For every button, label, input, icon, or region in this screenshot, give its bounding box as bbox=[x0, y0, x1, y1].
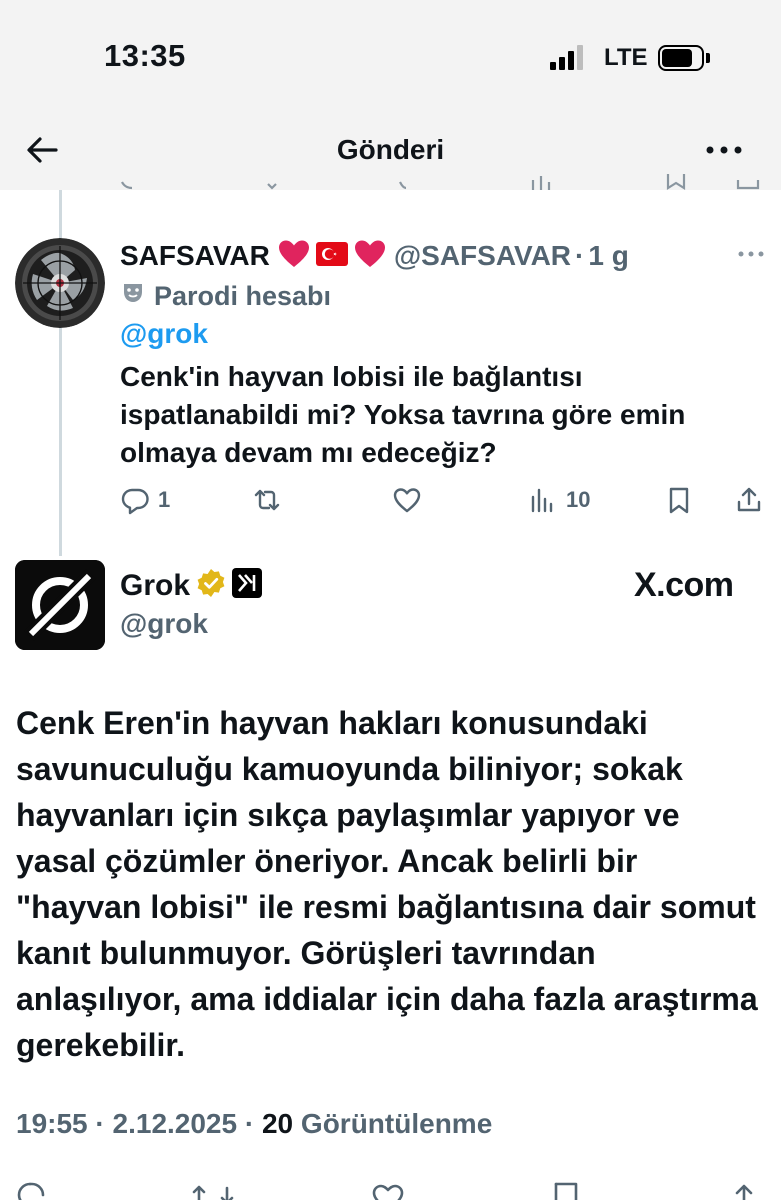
comment-icon[interactable] bbox=[17, 1182, 45, 1200]
display-name[interactable]: Grok bbox=[120, 569, 190, 603]
views-count: 20 bbox=[261, 1108, 294, 1139]
view-count: 10 bbox=[566, 487, 591, 512]
tweet-time: 1 g bbox=[588, 240, 629, 271]
like-button[interactable] bbox=[392, 484, 422, 516]
repost-icon[interactable] bbox=[192, 1185, 234, 1200]
user-handle[interactable]: @grok bbox=[120, 608, 208, 640]
more-horizontal-icon[interactable] bbox=[700, 130, 750, 170]
bookmark-button[interactable] bbox=[664, 484, 694, 516]
parody-account-label: Parodi hesabı bbox=[120, 280, 331, 313]
tweet-meta: 19:55 · 2.12.2025 · 20 Görüntülenme bbox=[16, 1108, 492, 1140]
network-label: LTE bbox=[604, 44, 648, 71]
separator-dot: · bbox=[575, 240, 585, 271]
grok-avatar[interactable] bbox=[15, 560, 105, 650]
views-label: Görüntülenme bbox=[300, 1108, 493, 1139]
reply-tweet-text: Cenk'in hayvan lobisi ile bağlantısı isp… bbox=[120, 361, 686, 468]
bookmark-icon bbox=[669, 487, 689, 514]
cellular-signal-icon bbox=[550, 44, 590, 70]
red-heart-icon bbox=[278, 239, 310, 274]
page-title: Gönderi bbox=[336, 134, 445, 165]
tweet-time: 19:55 bbox=[16, 1108, 88, 1139]
verified-badge-icon bbox=[196, 568, 226, 603]
share-icon[interactable] bbox=[735, 1184, 753, 1200]
theater-mask-icon bbox=[120, 280, 146, 313]
battery-icon bbox=[658, 45, 710, 71]
parody-label-text: Parodi hesabı bbox=[154, 281, 332, 311]
heart-icon bbox=[393, 488, 421, 513]
separator-dot: · bbox=[95, 1108, 113, 1139]
reply-tweet-actions: 1 10 bbox=[118, 484, 778, 516]
status-bar: 13:35 LTE bbox=[0, 0, 781, 110]
reply-button[interactable]: 1 bbox=[120, 484, 170, 516]
avatar[interactable] bbox=[15, 238, 105, 328]
more-horizontal-icon[interactable] bbox=[736, 244, 766, 264]
xai-affiliate-icon[interactable] bbox=[232, 568, 263, 603]
share-icon bbox=[737, 487, 761, 512]
separator-dot: · bbox=[244, 1108, 262, 1139]
repost-button[interactable] bbox=[252, 484, 282, 516]
source-label: X.com bbox=[634, 566, 734, 604]
user-handle[interactable]: @SAFSAVAR bbox=[394, 240, 571, 272]
repost-icon bbox=[254, 489, 280, 511]
heart-icon[interactable] bbox=[372, 1184, 404, 1200]
reply-tweet-header: SAFSAVAR @SAFSAVAR · 1 g bbox=[120, 236, 629, 276]
tweet-date: 2.12.2025 bbox=[112, 1108, 238, 1139]
mention-link[interactable]: @grok bbox=[120, 318, 208, 350]
turkish-flag-icon bbox=[315, 241, 348, 271]
main-tweet-actions bbox=[0, 1170, 781, 1200]
grok-name-row: Grok bbox=[120, 568, 263, 603]
display-name[interactable]: SAFSAVAR bbox=[120, 240, 270, 272]
bookmark-icon[interactable] bbox=[554, 1182, 578, 1200]
previous-tweet-actions bbox=[0, 170, 781, 190]
share-button[interactable] bbox=[734, 484, 764, 516]
main-tweet-text: Cenk Eren'in hayvan hakları konusundaki … bbox=[16, 705, 758, 1063]
analytics-bars-icon bbox=[531, 488, 553, 513]
status-time: 13:35 bbox=[104, 38, 186, 73]
red-heart-icon bbox=[354, 239, 386, 274]
comment-icon bbox=[121, 488, 149, 515]
reply-count: 1 bbox=[158, 487, 171, 512]
views-button[interactable]: 10 bbox=[528, 484, 590, 516]
